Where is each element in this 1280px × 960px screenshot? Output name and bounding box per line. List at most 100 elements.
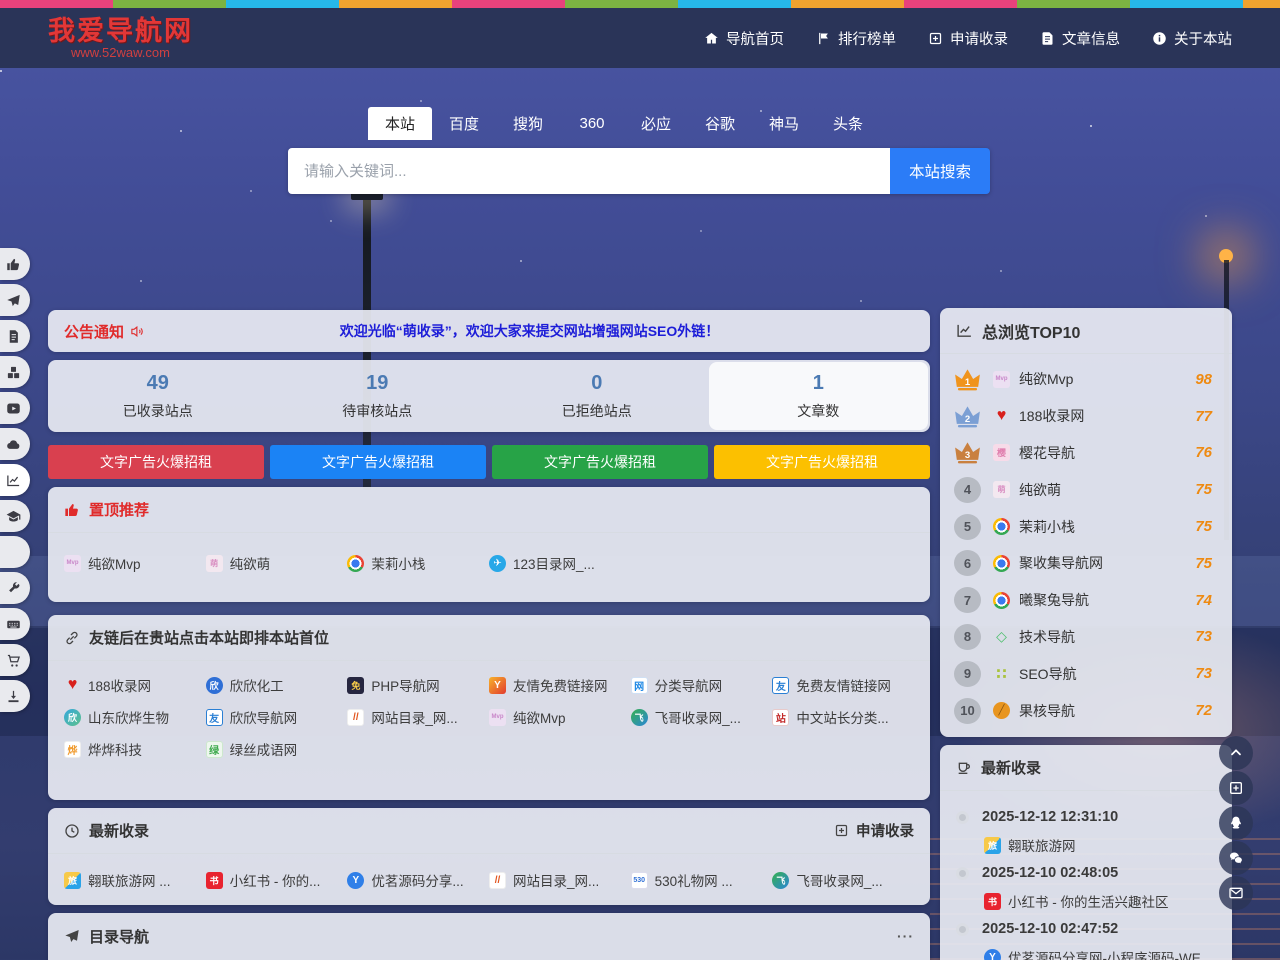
site-favicon: 飞 [631,709,648,726]
dock-item-chartline[interactable] [0,464,30,496]
search-tab-5[interactable]: 谷歌 [688,107,752,140]
dock-item-blank[interactable] [0,536,30,568]
timeline-site-label: 小红书 - 你的生活兴趣社区 [1008,891,1169,911]
top10-row[interactable]: 9∷SEO导航73 [940,655,1232,692]
dock-item-cloud[interactable] [0,428,30,460]
site-link[interactable]: 书小红书 - 你的... [206,870,348,890]
float-button-wechat[interactable] [1219,841,1253,875]
float-button-mail[interactable] [1219,876,1253,910]
nav-item-articles[interactable]: 文章信息 [1040,28,1120,49]
nav-item-about[interactable]: 关于本站 [1152,28,1232,49]
site-link[interactable]: 旅翱联旅游网 ... [64,870,206,890]
site-link[interactable]: 友免费友情链接网 [772,675,914,695]
float-button-qq[interactable] [1219,806,1253,840]
dock-item-cubes[interactable] [0,356,30,388]
site-link-label: 网站目录_网... [371,707,457,727]
stat-value: 1 [813,372,824,395]
site-link-label: 飞哥收录网_... [796,870,882,890]
site-link[interactable]: 网分类导航网 [631,675,773,695]
site-url: www.52waw.com [48,46,193,60]
ad-banner-0[interactable]: 文字广告火爆招租 [48,445,264,479]
ad-banner-2[interactable]: 文字广告火爆招租 [492,445,708,479]
dock-item-graduation[interactable] [0,500,30,532]
top10-row[interactable]: 10╱果核导航72 [940,692,1232,729]
site-link[interactable]: //网站目录_网... [489,870,631,890]
nav-item-apply[interactable]: 申请收录 [928,28,1008,49]
search-tab-3[interactable]: 360 [560,107,624,140]
search-tab-6[interactable]: 神马 [752,107,816,140]
search-tab-2[interactable]: 搜狗 [496,107,560,140]
site-link[interactable]: 欣欣欣化工 [206,675,348,695]
site-link[interactable]: //网站目录_网... [347,707,489,727]
nav-item-home[interactable]: 导航首页 [704,28,784,49]
dock-item-video[interactable] [0,392,30,424]
site-link[interactable]: ♥188收录网 [64,675,206,695]
top10-row[interactable]: 4萌纯欲萌75 [940,471,1232,508]
dock-item-document[interactable] [0,320,30,352]
site-link[interactable]: 免PHP导航网 [347,675,489,695]
site-link[interactable]: 530530礼物网 ... [631,870,773,890]
site-link-label: 欣欣化工 [230,675,284,695]
site-link[interactable]: 茉莉小栈 [347,553,489,573]
site-favicon: 站 [772,709,789,726]
more-button[interactable]: ··· [897,928,914,944]
top-color-strip [0,0,1280,8]
site-link[interactable]: 烨烨烨科技 [64,739,206,759]
rank-badge: 8 [954,624,981,650]
pinned-panel: 置顶推荐 Mvp纯欲Mvp萌纯欲萌茉莉小栈✈123目录网_... [48,487,930,602]
top10-row[interactable]: 2♥188收录网77 [940,398,1232,435]
thumbs-up-icon [64,502,80,518]
site-logo[interactable]: 我爱导航网 www.52waw.com [48,17,193,60]
top10-views: 77 [1195,408,1212,425]
search-tab-4[interactable]: 必应 [624,107,688,140]
site-link[interactable]: 友欣欣导航网 [206,707,348,727]
timeline-site-link[interactable]: 书小红书 - 你的生活兴趣社区 [984,887,1218,915]
site-favicon: 530 [631,872,648,889]
top10-row[interactable]: 7曦聚兔导航74 [940,582,1232,619]
site-link[interactable]: 欣山东欣烨生物 [64,707,206,727]
apply-button[interactable]: 申请收录 [834,820,914,841]
site-favicon: 网 [631,677,648,694]
search-tab-0[interactable]: 本站 [368,107,432,140]
search-tab-7[interactable]: 头条 [816,107,880,140]
site-link[interactable]: Mvp纯欲Mvp [489,707,631,727]
site-link[interactable]: 飞飞哥收录网_... [772,870,914,890]
site-favicon: ∷ [993,665,1010,682]
top10-row[interactable]: 6聚收集导航网75 [940,545,1232,582]
top10-row[interactable]: 3樱樱花导航76 [940,435,1232,472]
top10-row[interactable]: 1Mvp纯欲Mvp98 [940,361,1232,398]
dock-item-send[interactable] [0,284,30,316]
search-button[interactable]: 本站搜索 [890,148,990,194]
site-favicon: Mvp [489,709,506,726]
ad-banner-3[interactable]: 文字广告火爆招租 [714,445,930,479]
friend-links-title: 友链后在贵站点击本站即排本站首位 [89,627,329,648]
site-favicon: 萌 [206,555,223,572]
site-link[interactable]: Y优茗源码分享... [347,870,489,890]
ad-banner-1[interactable]: 文字广告火爆招租 [270,445,486,479]
nav-item-ranking[interactable]: 排行榜单 [816,28,896,49]
wrench-icon [6,581,21,596]
search-tab-1[interactable]: 百度 [432,107,496,140]
site-link-label: 烨烨科技 [88,739,142,759]
flag-icon [816,31,831,46]
dock-item-download[interactable] [0,680,30,712]
float-button-chevron-up[interactable] [1219,736,1253,770]
timeline-site-link[interactable]: Y优茗源码分享网-小程序源码-WE... [984,943,1218,960]
dock-item-cart[interactable] [0,644,30,676]
site-link[interactable]: ✈123目录网_... [489,553,631,573]
search-input[interactable] [288,148,890,194]
site-link[interactable]: Mvp纯欲Mvp [64,553,206,573]
top10-row[interactable]: 5茉莉小栈75 [940,508,1232,545]
site-favicon: 飞 [772,872,789,889]
site-link[interactable]: 萌纯欲萌 [206,553,348,573]
top10-row[interactable]: 8◇技术导航73 [940,619,1232,656]
dock-item-keyboard[interactable] [0,608,30,640]
site-link[interactable]: 飞飞哥收录网_... [631,707,773,727]
site-link[interactable]: 绿绿丝成语网 [206,739,348,759]
dock-item-like[interactable] [0,248,30,280]
site-link[interactable]: 站中文站长分类... [772,707,914,727]
dock-item-wrench[interactable] [0,572,30,604]
site-link[interactable]: Y友情免费链接网 [489,675,631,695]
float-button-plussq[interactable] [1219,771,1253,805]
timeline-site-link[interactable]: 旅翱联旅游网 [984,831,1218,859]
